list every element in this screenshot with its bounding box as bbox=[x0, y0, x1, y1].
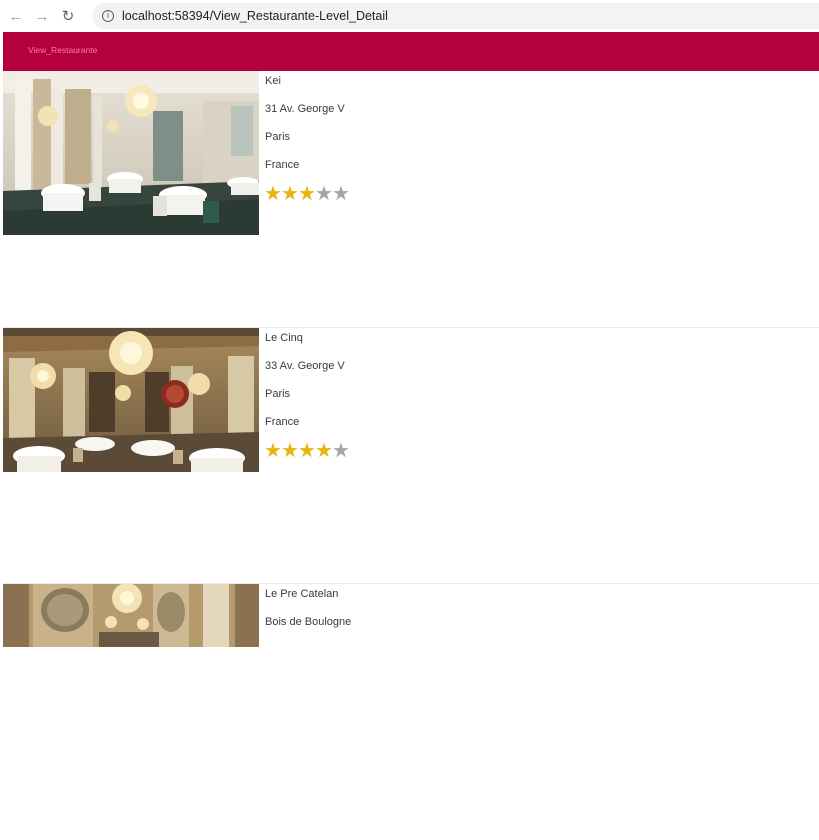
restaurant-name: Le Pre Catelan bbox=[265, 588, 339, 600]
browser-toolbar: ← → ↻ i localhost:58394/View_Restaurante… bbox=[0, 0, 819, 32]
star-filled-icon: ★ bbox=[264, 438, 282, 462]
star-empty-icon: ★ bbox=[315, 181, 333, 205]
restaurant-card: Kei 31 Av. George V Paris France ★ ★ ★ ★ ★ bbox=[3, 71, 819, 327]
restaurant-name: Kei bbox=[265, 75, 281, 87]
app-navbar: View_Restaurante bbox=[3, 32, 819, 71]
restaurant-country: France bbox=[265, 416, 300, 428]
star-rating: ★ ★ ★ ★ ★ bbox=[264, 181, 350, 205]
star-filled-icon: ★ bbox=[281, 181, 299, 205]
url-text[interactable]: localhost:58394/View_Restaurante-Level_D… bbox=[122, 9, 388, 23]
info-icon[interactable]: i bbox=[102, 10, 114, 22]
address-bar[interactable]: i localhost:58394/View_Restaurante-Level… bbox=[92, 3, 819, 29]
restaurant-card: Le Cinq 33 Av. George V Paris France ★ ★ ★… bbox=[3, 327, 819, 584]
restaurant-photo bbox=[3, 71, 259, 235]
restaurant-card: Le Pre Catelan Bois de Boulogne bbox=[3, 583, 819, 840]
arrow-right-icon[interactable]: → bbox=[32, 6, 52, 26]
restaurant-country: France bbox=[265, 159, 300, 171]
restaurant-photo bbox=[3, 584, 259, 647]
arrow-left-icon[interactable]: ← bbox=[6, 6, 26, 26]
star-empty-icon: ★ bbox=[332, 181, 350, 205]
star-rating: ★ ★ ★ ★ ★ bbox=[264, 438, 350, 462]
restaurant-address: 33 Av. George V bbox=[265, 360, 345, 372]
star-filled-icon: ★ bbox=[298, 438, 316, 462]
star-filled-icon: ★ bbox=[298, 181, 316, 205]
star-filled-icon: ★ bbox=[281, 438, 299, 462]
reload-icon[interactable]: ↻ bbox=[58, 6, 78, 26]
star-filled-icon: ★ bbox=[264, 181, 282, 205]
restaurant-address: 31 Av. George V bbox=[265, 103, 345, 115]
star-filled-icon: ★ bbox=[315, 438, 333, 462]
navbar-brand-link[interactable]: View_Restaurante bbox=[28, 45, 97, 55]
restaurant-city: Paris bbox=[265, 388, 291, 400]
restaurant-city: Paris bbox=[265, 131, 291, 143]
restaurant-photo bbox=[3, 328, 259, 472]
star-empty-icon: ★ bbox=[332, 438, 350, 462]
restaurant-name: Le Cinq bbox=[265, 332, 303, 344]
restaurant-address: Bois de Boulogne bbox=[265, 616, 352, 628]
